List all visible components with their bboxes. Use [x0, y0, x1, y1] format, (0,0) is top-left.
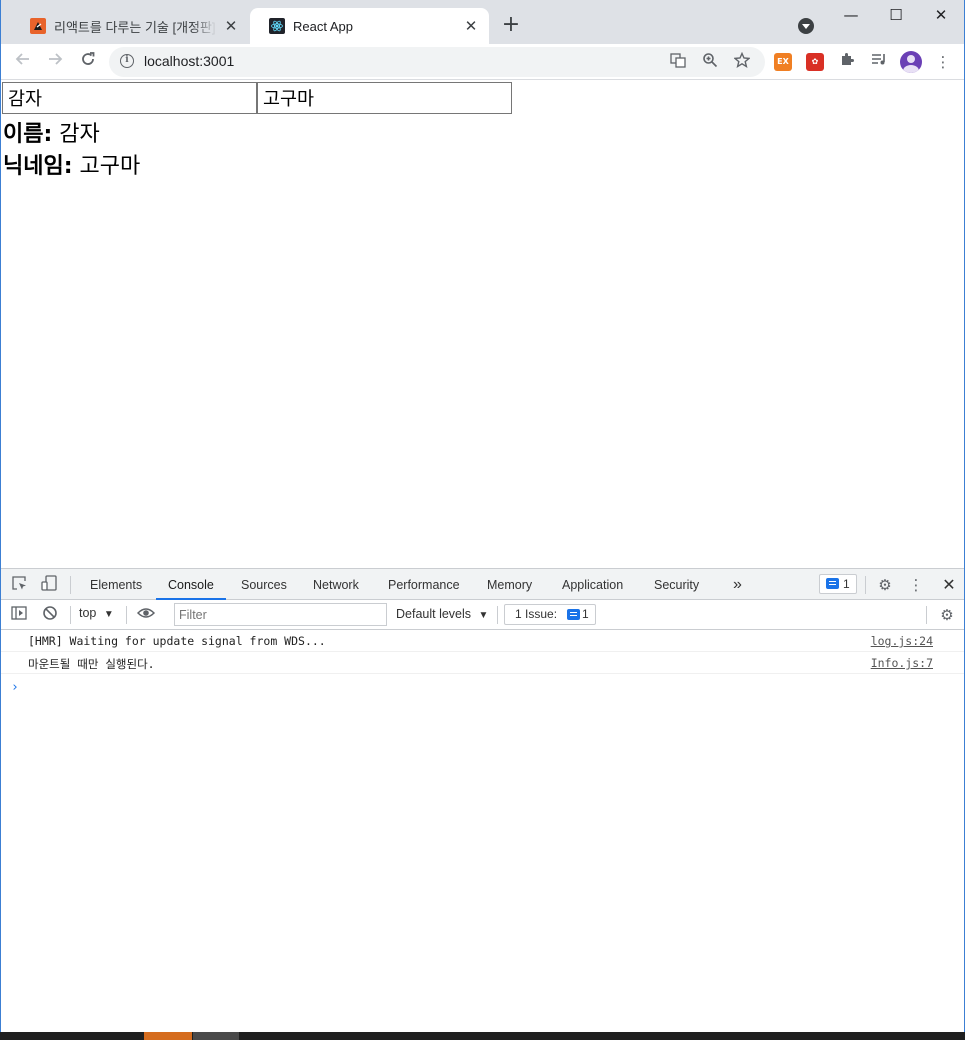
maximize-button[interactable]: ☐ [878, 3, 914, 27]
nickname-display: 닉네임: 고구마 [3, 148, 140, 180]
console-message-text: [HMR] Waiting for update signal from WDS… [28, 634, 326, 648]
console-message-source-link[interactable]: log.js:24 [871, 634, 933, 648]
devtools-tab-bar: Elements Console Sources Network Perform… [1, 569, 964, 600]
devtools-menu-icon[interactable]: ⋮ [906, 575, 926, 595]
minimize-button[interactable]: — [833, 3, 869, 27]
console-output: [HMR] Waiting for update signal from WDS… [1, 630, 964, 695]
issues-button[interactable]: 1 Issue: 1 [504, 604, 596, 625]
tab-console[interactable]: Console [156, 569, 226, 600]
console-settings-gear-icon[interactable]: ⚙ [937, 605, 957, 625]
separator [926, 606, 927, 624]
sidebar-toggle-icon[interactable] [9, 605, 29, 625]
media-control-icon[interactable] [868, 51, 890, 73]
book-favicon-icon [30, 18, 46, 34]
context-value: top [79, 606, 97, 620]
tab-performance[interactable]: Performance [376, 569, 472, 600]
device-toolbar-icon[interactable] [39, 575, 59, 595]
issues-badge[interactable]: 1 [819, 574, 857, 594]
zoom-icon[interactable] [700, 52, 720, 72]
issues-count: 1 [582, 607, 589, 621]
extensions-puzzle-icon[interactable] [836, 51, 858, 73]
address-bar[interactable]: i localhost:3001 [109, 47, 765, 77]
reload-icon[interactable] [76, 50, 100, 74]
console-message-source-link[interactable]: Info.js:7 [871, 656, 933, 670]
dropdown-arrow-icon: ▼ [478, 610, 489, 621]
tab-application[interactable]: Application [550, 569, 635, 600]
message-icon [826, 578, 839, 589]
tab-memory[interactable]: Memory [475, 569, 544, 600]
tab-react-app[interactable]: React App ✕ [250, 8, 489, 44]
console-toolbar: top ▼ Default levels ▼ 1 Issue: 1 ⚙ [1, 600, 964, 630]
forward-arrow-icon[interactable] [43, 50, 67, 74]
separator [70, 576, 71, 594]
console-message-text: 마운트될 때만 실행된다. [28, 657, 155, 671]
taskbar-item[interactable] [144, 1032, 192, 1040]
profile-avatar[interactable] [900, 51, 922, 73]
nickname-label: 닉네임: [3, 154, 73, 179]
more-tabs-icon[interactable]: » [721, 569, 754, 600]
react-favicon-icon [269, 18, 285, 34]
console-filter-input[interactable] [174, 603, 387, 626]
log-levels-select[interactable]: Default levels ▼ [396, 607, 488, 621]
clear-console-icon[interactable] [40, 605, 60, 625]
close-window-button[interactable]: ✕ [923, 3, 959, 27]
console-message: [HMR] Waiting for update signal from WDS… [1, 630, 964, 652]
browser-window: 리액트를 다루는 기술 [개정판]: ( ✕ React App ✕ + — ☐… [0, 0, 965, 1032]
tab-title: 리액트를 다루는 기술 [개정판]: ( [54, 19, 217, 35]
browser-toolbar: i localhost:3001 EX ✿ ⋮ [1, 44, 964, 80]
url-text: localhost:3001 [144, 53, 235, 69]
bookmark-star-icon[interactable] [732, 51, 752, 72]
tab-strip: 리액트를 다루는 기술 [개정판]: ( ✕ React App ✕ + — ☐… [1, 0, 964, 44]
page-content: 이름: 감자 닉네임: 고구마 [1, 81, 964, 568]
tab-title: React App [293, 18, 353, 34]
close-tab-icon[interactable]: ✕ [463, 18, 479, 34]
tab-security[interactable]: Security [642, 569, 711, 600]
new-tab-button[interactable]: + [499, 14, 523, 38]
close-devtools-icon[interactable]: ✕ [939, 575, 959, 595]
site-info-icon[interactable]: i [120, 54, 134, 68]
tab-elements[interactable]: Elements [78, 569, 154, 600]
red-extension-icon[interactable]: ✿ [806, 53, 824, 71]
live-expression-eye-icon[interactable] [136, 605, 156, 625]
message-icon [567, 609, 580, 620]
ex-extension-icon[interactable]: EX [774, 53, 792, 71]
back-arrow-icon[interactable] [11, 50, 35, 74]
translate-icon[interactable] [668, 52, 688, 72]
settings-gear-icon[interactable]: ⚙ [875, 575, 895, 595]
dropdown-arrow-icon: ▼ [103, 609, 114, 620]
tab-book[interactable]: 리액트를 다루는 기술 [개정판]: ( ✕ [11, 8, 249, 44]
issues-label: 1 Issue: [515, 607, 558, 621]
nickname-input[interactable] [257, 82, 512, 114]
name-input[interactable] [2, 82, 257, 114]
menu-dots-icon[interactable]: ⋮ [932, 51, 954, 73]
separator [126, 606, 127, 624]
devtools-panel: Elements Console Sources Network Perform… [1, 568, 964, 1032]
taskbar [0, 1032, 965, 1040]
console-message: 마운트될 때만 실행된다. Info.js:7 [1, 652, 964, 674]
console-prompt-icon[interactable]: › [11, 680, 19, 695]
separator [497, 606, 498, 624]
log-levels-value: Default levels [396, 607, 472, 621]
close-tab-icon[interactable]: ✕ [223, 18, 239, 34]
name-display: 이름: 감자 [3, 116, 100, 148]
inspect-element-icon[interactable] [9, 575, 29, 595]
tab-network[interactable]: Network [301, 569, 371, 600]
separator [70, 606, 71, 624]
tab-sources[interactable]: Sources [229, 569, 299, 600]
nickname-value: 고구마 [79, 154, 141, 179]
tab-search-icon[interactable] [798, 18, 814, 34]
name-value: 감자 [59, 122, 100, 147]
context-select[interactable]: top ▼ [79, 606, 114, 620]
issues-badge-count: 1 [843, 577, 850, 591]
taskbar-item[interactable] [193, 1032, 239, 1040]
name-label: 이름: [3, 122, 53, 147]
separator [865, 576, 866, 594]
